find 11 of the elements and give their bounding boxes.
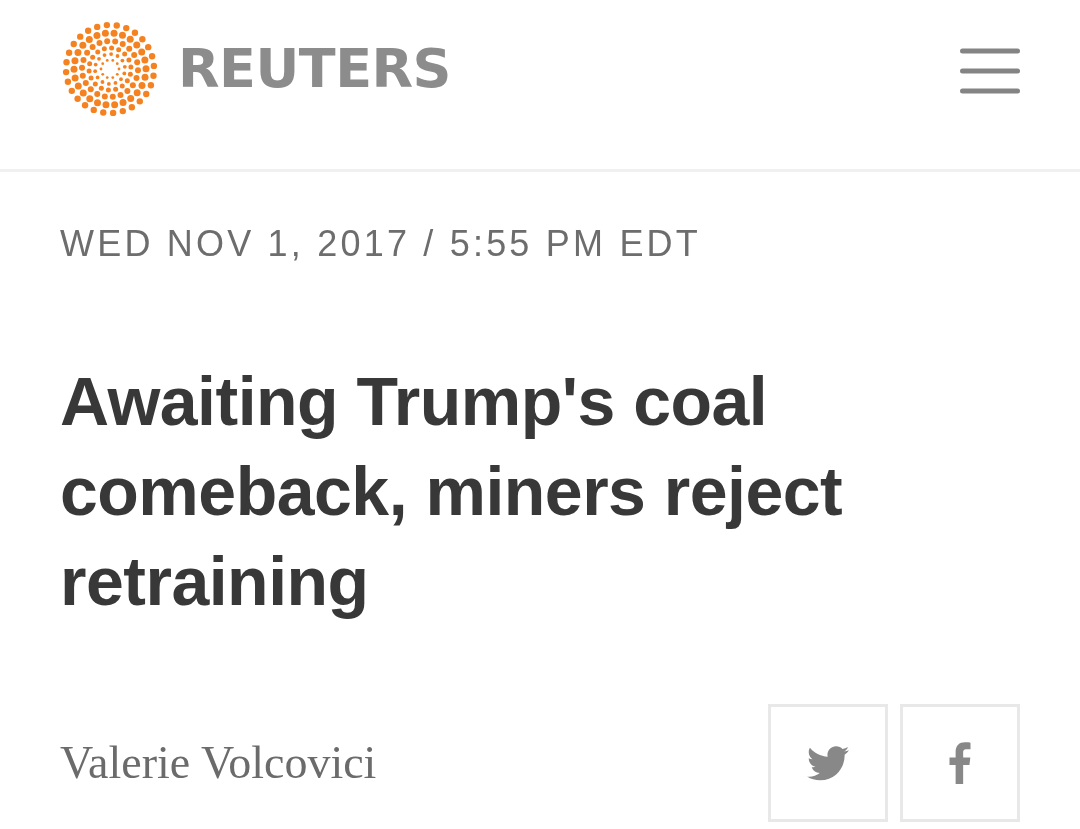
menu-button[interactable]: [960, 48, 1020, 94]
logo-dots-icon: [62, 21, 158, 117]
letter-f-icon: [948, 742, 972, 784]
headline: Awaiting Trump's coal comeback, miners reject retraining: [60, 362, 844, 621]
share-button[interactable]: [768, 704, 888, 822]
menu-icon: [960, 48, 1020, 94]
bird-icon: [807, 745, 849, 781]
logo-wordmark: REUTERS: [178, 42, 451, 96]
byline: Valerie Volcovici: [60, 740, 377, 786]
dateline: WED NOV 1, 2017 / 5:55 PM EDT: [60, 222, 701, 266]
share-button[interactable]: [900, 704, 1020, 822]
